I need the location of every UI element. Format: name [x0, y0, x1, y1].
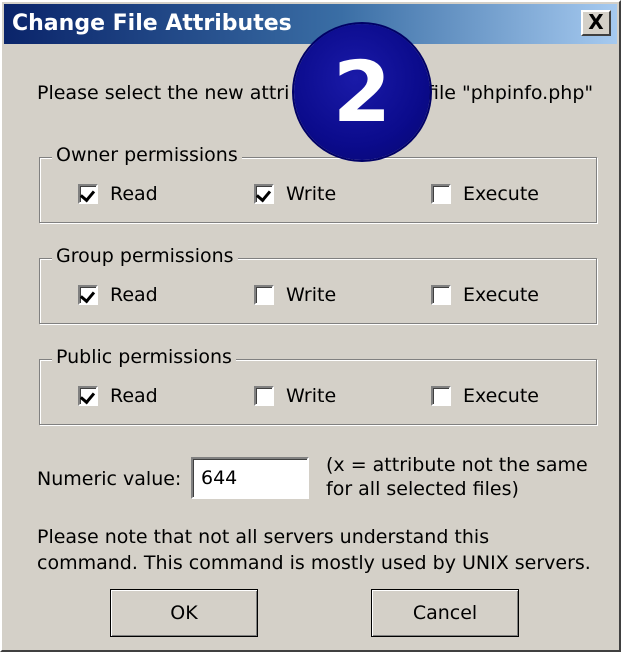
checkbox-label: Read: [110, 284, 158, 306]
numeric-value-label: Numeric value:: [37, 468, 182, 490]
checkbox-label: Execute: [463, 183, 539, 205]
numeric-hint-line2: for all selected files): [326, 478, 519, 500]
note-line2: command. This command is mostly used by …: [37, 552, 591, 574]
group-read-checkbox[interactable]: Read: [78, 283, 158, 307]
owner-permissions-legend: Owner permissions: [52, 144, 242, 166]
dialog-title: Change File Attributes: [12, 11, 292, 36]
checkbox-box[interactable]: [431, 285, 451, 305]
owner-execute-checkbox[interactable]: Execute: [431, 182, 539, 206]
checkbox-label: Read: [110, 385, 158, 407]
checkbox-label: Execute: [463, 385, 539, 407]
close-icon: X: [588, 10, 604, 34]
checkbox-box[interactable]: [431, 184, 451, 204]
group-permissions-group: Group permissions Read Write Execute: [39, 245, 597, 324]
checkmark-icon: [79, 186, 96, 203]
owner-write-checkbox[interactable]: Write: [254, 182, 336, 206]
checkbox-box[interactable]: [78, 184, 98, 204]
public-read-checkbox[interactable]: Read: [78, 384, 158, 408]
numeric-hint-line1: (x = attribute not the same: [326, 454, 588, 476]
checkbox-label: Write: [286, 284, 337, 306]
checkmark-icon: [79, 388, 96, 405]
owner-permissions-group: Owner permissions Read Write Execute: [39, 144, 597, 223]
group-permissions-legend: Group permissions: [52, 245, 238, 267]
owner-read-checkbox[interactable]: Read: [78, 182, 158, 206]
change-file-attributes-dialog: Change File Attributes X Please select t…: [0, 0, 621, 652]
instruction-text-right: file "phpinfo.php": [427, 82, 594, 104]
group-write-checkbox[interactable]: Write: [254, 283, 336, 307]
close-button[interactable]: X: [581, 10, 611, 36]
checkbox-box[interactable]: [254, 184, 274, 204]
checkbox-box[interactable]: [254, 285, 274, 305]
note-line1: Please note that not all servers underst…: [37, 526, 490, 548]
checkbox-label: Read: [110, 183, 158, 205]
checkbox-label: Write: [286, 183, 337, 205]
step-number-badge: 2: [294, 24, 430, 160]
title-bar: Change File Attributes X: [4, 4, 617, 44]
numeric-value-input[interactable]: [191, 457, 309, 499]
checkbox-box[interactable]: [78, 386, 98, 406]
checkbox-label: Write: [286, 385, 337, 407]
checkbox-box[interactable]: [431, 386, 451, 406]
instruction-text-left: Please select the new attri: [37, 82, 290, 104]
group-execute-checkbox[interactable]: Execute: [431, 283, 539, 307]
checkmark-icon: [255, 186, 272, 203]
public-permissions-legend: Public permissions: [52, 346, 236, 368]
checkbox-box[interactable]: [254, 386, 274, 406]
public-execute-checkbox[interactable]: Execute: [431, 384, 539, 408]
public-write-checkbox[interactable]: Write: [254, 384, 336, 408]
ok-button[interactable]: OK: [110, 589, 258, 637]
checkmark-icon: [79, 287, 96, 304]
checkbox-label: Execute: [463, 284, 539, 306]
step-number: 2: [332, 43, 392, 141]
public-permissions-group: Public permissions Read Write Execute: [39, 346, 597, 425]
cancel-button[interactable]: Cancel: [371, 589, 519, 637]
checkbox-box[interactable]: [78, 285, 98, 305]
